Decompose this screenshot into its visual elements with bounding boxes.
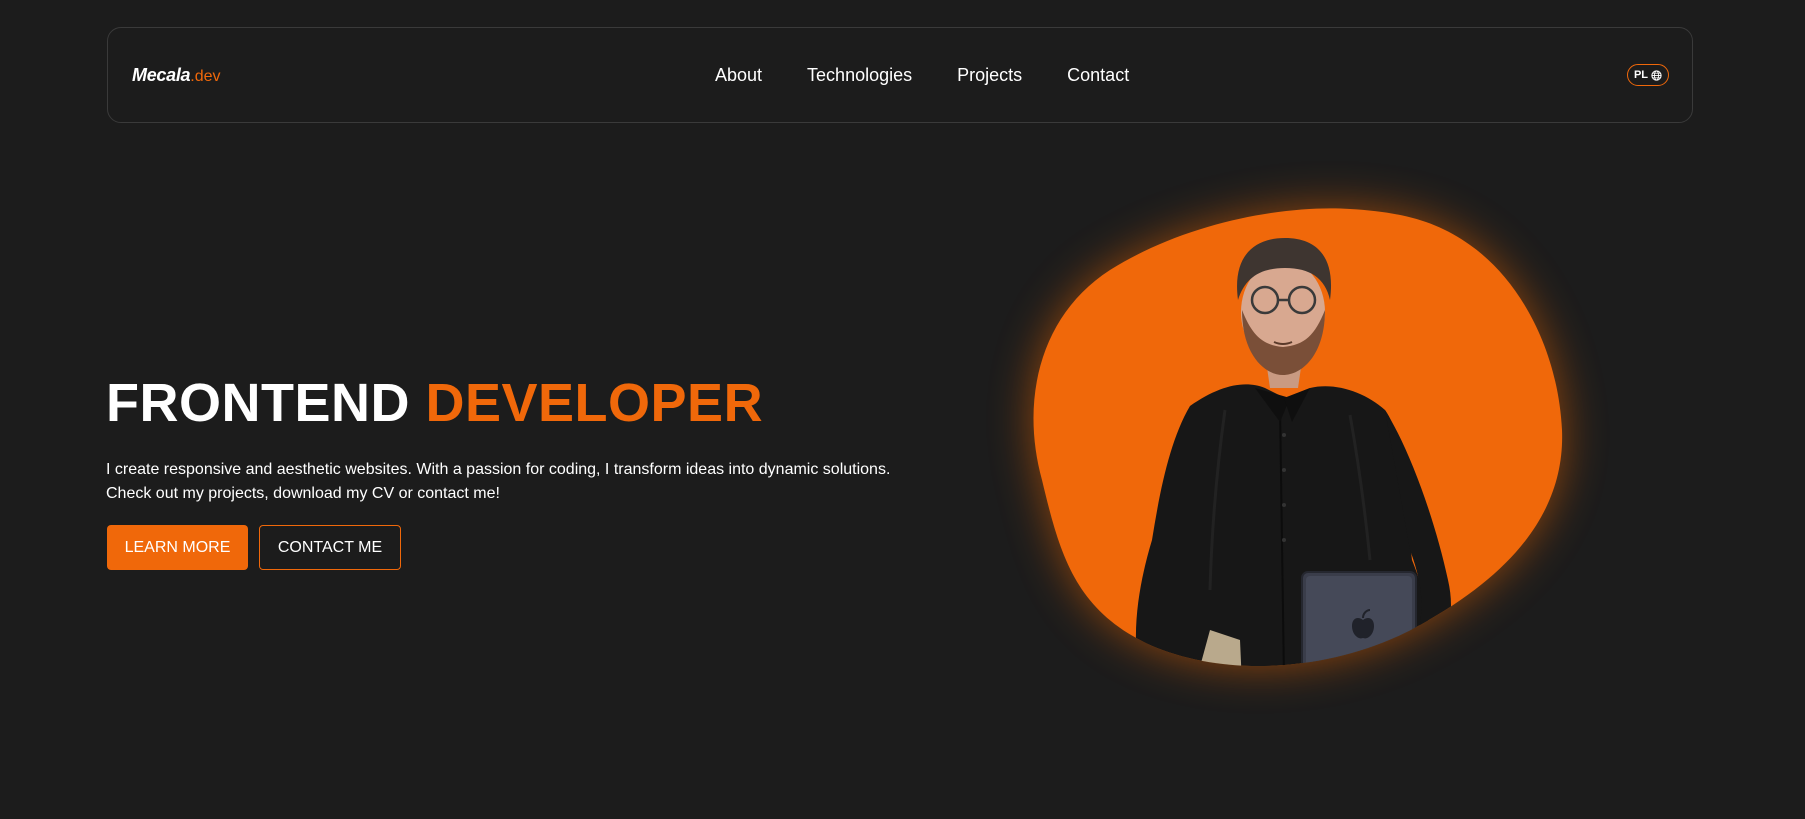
- hero-title-part2: DEVELOPER: [425, 373, 764, 433]
- hero-title-part1: FRONTEND: [106, 373, 410, 433]
- hero-description-line2: Check out my projects, download my CV or…: [106, 485, 500, 502]
- main-navigation: About Technologies Projects Contact: [715, 64, 1129, 86]
- language-label: PL: [1633, 69, 1649, 81]
- logo-main-text: Mecala: [132, 65, 191, 85]
- hero-description-line1: I create responsive and aesthetic websit…: [106, 461, 891, 478]
- logo-extension-text: .dev: [190, 68, 221, 85]
- site-logo[interactable]: Mecala.dev: [132, 64, 221, 88]
- hero-description: I create responsive and aesthetic websit…: [106, 458, 906, 506]
- navbar: Mecala.dev About Technologies Projects C…: [107, 27, 1693, 123]
- nav-link-about[interactable]: About: [715, 64, 762, 86]
- nav-link-projects[interactable]: Projects: [957, 64, 1022, 86]
- nav-link-technologies[interactable]: Technologies: [807, 64, 912, 86]
- portrait-illustration: [1033, 208, 1563, 667]
- page: Mecala.dev About Technologies Projects C…: [0, 0, 1805, 819]
- learn-more-button[interactable]: LEARN MORE: [107, 525, 248, 570]
- developer-portrait: [980, 160, 1620, 780]
- nav-link-contact[interactable]: Contact: [1067, 64, 1129, 86]
- hero-title: FRONTEND DEVELOPER: [106, 373, 763, 433]
- globe-icon: [1651, 69, 1662, 81]
- contact-me-button[interactable]: CONTACT ME: [259, 525, 401, 570]
- language-switch-button[interactable]: PL: [1627, 64, 1669, 86]
